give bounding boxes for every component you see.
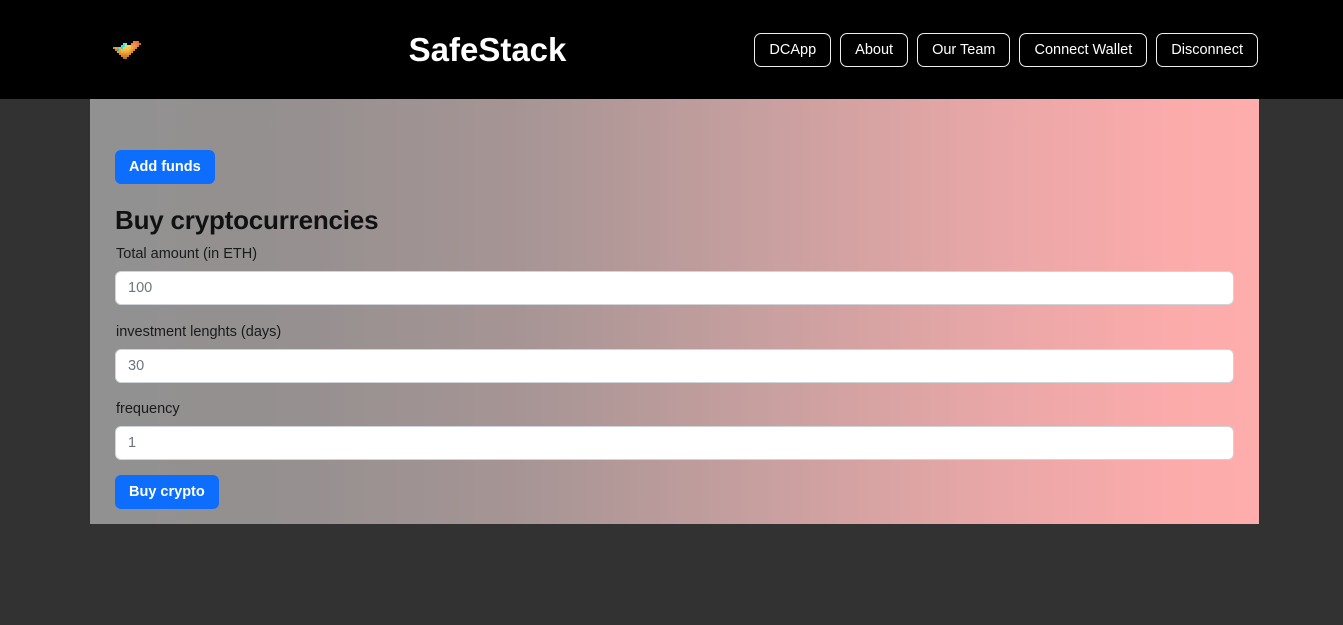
page-title: Buy cryptocurrencies <box>115 205 379 235</box>
top-navbar: SafeStack DCApp About Our Team Connect W… <box>0 0 1343 99</box>
nav-item-about[interactable]: About <box>840 33 909 67</box>
nav-links: DCApp About Our Team Connect Wallet Disc… <box>754 33 1258 67</box>
nav-item-disconnect[interactable]: Disconnect <box>1156 33 1258 67</box>
frequency-label: frequency <box>116 401 180 417</box>
nav-item-dcapp[interactable]: DCApp <box>754 33 832 67</box>
frequency-input[interactable] <box>115 426 1234 460</box>
main-content-panel: Add funds Buy cryptocurrencies Total amo… <box>90 99 1259 524</box>
total-amount-label: Total amount (in ETH) <box>116 246 258 262</box>
panel-inner: Add funds Buy cryptocurrencies Total amo… <box>115 99 1234 524</box>
add-funds-button[interactable]: Add funds <box>115 150 215 184</box>
buy-crypto-button[interactable]: Buy crypto <box>115 475 219 509</box>
nav-item-connect-wallet[interactable]: Connect Wallet <box>1019 33 1148 67</box>
total-amount-input[interactable] <box>115 271 1234 305</box>
investment-length-input[interactable] <box>115 349 1234 383</box>
investment-length-label: investment lenghts (days) <box>116 324 282 340</box>
nav-item-our-team[interactable]: Our Team <box>917 33 1011 67</box>
